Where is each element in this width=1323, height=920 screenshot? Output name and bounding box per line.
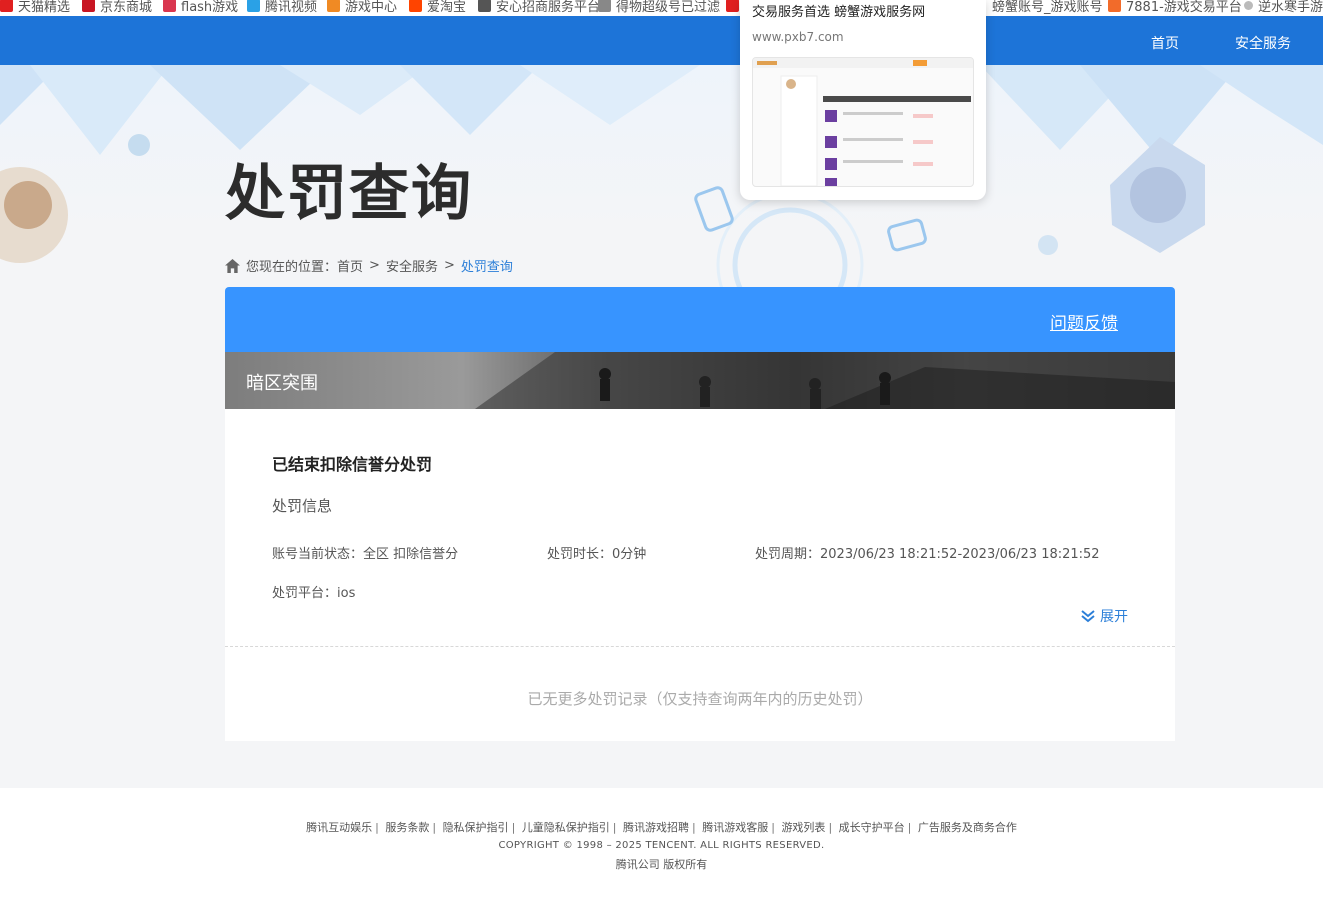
breadcrumb-security-link[interactable]: 安全服务 [386,256,438,275]
nav-security-link[interactable]: 安全服务 [1235,33,1291,53]
bookmark-label: 安心招商服务平台 [496,0,601,15]
bookmark-label: 7881-游戏交易平台 [1126,0,1242,15]
banner-artwork [475,352,1175,409]
punishment-platform: 处罚平台：ios [272,586,356,601]
expand-button[interactable]: 展开 [1080,606,1128,626]
expand-label: 展开 [1100,609,1128,625]
footer-link[interactable]: 腾讯游戏招聘 [623,821,689,834]
bookmark-label: 游戏中心 [345,0,398,15]
punishment-info-label: 处罚信息 [272,497,333,515]
bookmark-item[interactable]: 得物超级号已过滤 [598,0,721,15]
footer-link[interactable]: 广告服务及商务合作 [918,821,1017,834]
punishment-period: 处罚周期：2023/06/23 18:21:52-2023/06/23 18:2… [755,547,1100,562]
breadcrumb-current: 处罚查询 [460,260,513,275]
footer-link[interactable]: 游戏列表 [781,821,825,834]
tooltip-title: 交易服务首选 螃蟹游戏服务网 [752,5,926,20]
tooltip-url: www.pxb7.com [752,30,844,44]
bookmarks-bar: 天猫精选 京东商城 flash游戏 腾讯视频 游戏中心 爱淘宝 安心招商服务平台… [0,0,1323,16]
bookmark-item[interactable]: flash游戏 [163,0,239,15]
home-icon [225,258,240,273]
punishment-panel: 问题反馈 暗区突围 已结束扣除信誉分处罚 处罚信息 账号当前状态：全区 扣除信誉… [225,287,1175,741]
account-status: 账号当前状态：全区 扣除信誉分 [272,547,459,562]
footer-link[interactable]: 隐私保护指引 [443,821,509,834]
footer-link[interactable]: 腾讯游戏客服 [702,821,768,834]
footer-pipe: | [771,821,775,834]
top-nav: 首页 安全服务 [0,16,1323,65]
bookmark-item[interactable]: 安心招商服务平台 [478,0,601,15]
bookmark-item[interactable]: 爱淘宝 [409,0,467,15]
bookmark-favicon [327,0,340,12]
footer-links: 腾讯互动娱乐 | 服务条款 | 隐私保护指引 | 儿童隐私保护指引 | 腾讯游戏招聘 | … [0,819,1323,835]
feedback-link[interactable]: 问题反馈 [1050,309,1118,334]
breadcrumb-separator: > [443,258,455,273]
footer-pipe: | [375,821,379,834]
bookmark-favicon [82,0,95,12]
footer-link[interactable]: 腾讯互动娱乐 [306,821,372,834]
bookmark-favicon [247,0,260,12]
bookmark-label: 爱淘宝 [427,0,467,15]
bookmark-tooltip: 交易服务首选 螃蟹游戏服务网 www.pxb7.com [740,0,986,200]
thumbnail-preview [753,58,973,186]
panel-header: 问题反馈 [225,287,1175,352]
bookmark-label: 螃蟹账号_游戏账号 [992,0,1103,15]
footer-pipe: | [907,821,912,834]
footer: 腾讯互动娱乐 | 服务条款 | 隐私保护指引 | 儿童隐私保护指引 | 腾讯游戏招聘 | … [0,788,1323,920]
breadcrumb-separator: > [369,258,380,273]
footer-copyright: COPYRIGHT © 1998 – 2025 TENCENT. ALL RIG… [498,840,825,851]
footer-pipe: | [692,821,696,834]
bookmark-item[interactable]: 逆水寒手游 [1244,0,1323,15]
bookmark-label: 天猫精选 [18,0,71,15]
punishment-card: 已结束扣除信誉分处罚 处罚信息 账号当前状态：全区 扣除信誉分 处罚时长：0分钟… [225,409,1175,741]
bookmark-favicon [163,0,176,12]
chevron-double-down-icon [1081,610,1095,623]
bookmark-item[interactable]: 螃蟹账号_游戏账号 [992,0,1103,15]
bookmark-label: 腾讯视频 [265,0,318,15]
bookmark-item[interactable]: 天猫精选 [0,0,71,15]
footer-pipe: | [828,821,833,834]
bookmark-favicon [478,0,491,12]
footer-company: 腾讯公司 版权所有 [615,858,708,871]
nav-home-link[interactable]: 首页 [1151,33,1179,53]
footer-pipe: | [612,821,617,834]
footer-link[interactable]: 儿童隐私保护指引 [522,821,610,834]
punishment-status-title: 已结束扣除信誉分处罚 [272,455,433,474]
footer-pipe: | [432,821,437,834]
bookmark-favicon [598,0,611,12]
bookmark-item[interactable]: 7881-游戏交易平台 [1108,0,1242,15]
bookmark-favicon [0,0,13,12]
bookmark-favicon [1244,0,1253,10]
punishment-duration: 处罚时长：0分钟 [547,547,647,562]
bookmark-label: 逆水寒手游 [1258,0,1323,15]
footer-link[interactable]: 成长守护平台 [839,821,905,834]
divider [225,646,1175,647]
bookmark-label: flash游戏 [181,0,239,15]
breadcrumb: 您现在的位置： 首页 > 安全服务 > 处罚查询 [225,256,513,275]
tooltip-thumbnail [752,57,974,187]
bookmark-favicon [726,0,739,12]
game-name: 暗区突围 [246,373,318,394]
bookmark-favicon [1108,0,1121,12]
bookmark-label: 得物超级号已过滤 [616,0,721,15]
breadcrumb-home-link[interactable]: 首页 [337,256,363,275]
game-banner: 暗区突围 [225,352,1175,409]
bookmark-item[interactable]: 京东商城 [82,0,153,15]
hero-background [0,65,1323,305]
hero-pattern [0,65,1323,305]
footer-link[interactable]: 服务条款 [385,821,429,834]
bookmark-item[interactable]: 腾讯视频 [247,0,318,15]
no-more-records: 已无更多处罚记录（仅支持查询两年内的历史处罚） [527,690,873,708]
breadcrumb-prefix: 您现在的位置： [246,260,338,275]
bookmark-favicon [409,0,422,12]
page-title: 处罚查询 [225,159,473,229]
bookmark-label: 京东商城 [100,0,153,15]
footer-pipe: | [511,821,516,834]
bookmark-item[interactable]: 游戏中心 [327,0,398,15]
